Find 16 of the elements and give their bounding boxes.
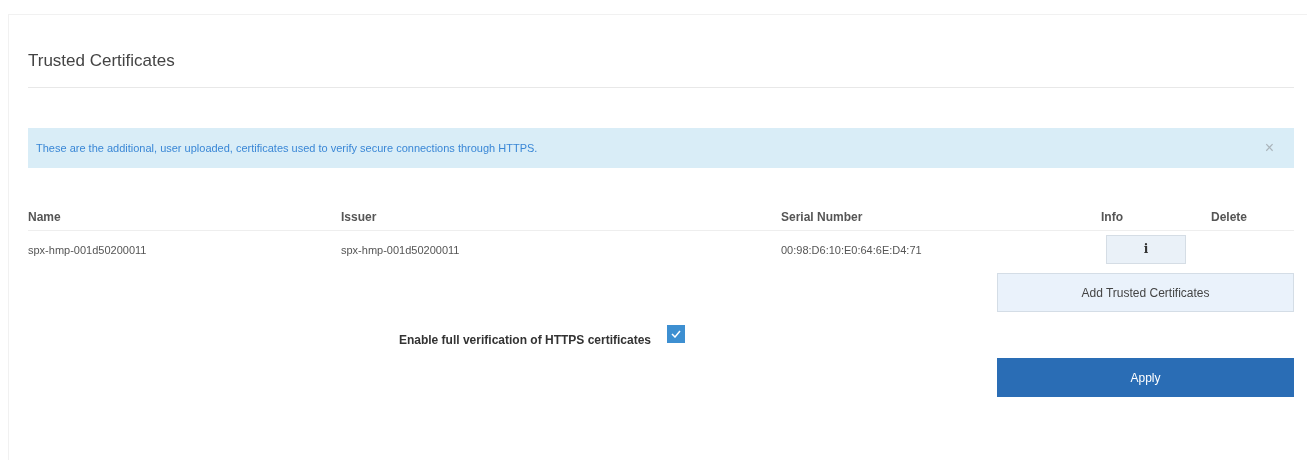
checkmark-icon	[671, 330, 681, 338]
table-cell: spx-hmp-001d50200011	[28, 244, 147, 256]
apply-button[interactable]: Apply	[997, 358, 1294, 397]
column-header: Delete	[1211, 209, 1248, 224]
info-button[interactable]: i	[1106, 234, 1186, 264]
section-title: Trusted Certificates	[28, 50, 176, 72]
alert-text: These are the additional, user uploaded, certificates used to verify secure connections through HTTPS.	[36, 140, 538, 156]
table-cell: spx-hmp-001d50200011	[341, 244, 460, 256]
table-cell: 00:98:D6:10:E0:64:6E:D4:71	[781, 244, 922, 256]
column-header: Info	[1101, 209, 1123, 224]
column-header: Issuer	[341, 209, 377, 224]
verification-checkbox[interactable]	[667, 325, 685, 343]
add-certificates-button[interactable]: Add Trusted Certificates	[997, 273, 1294, 312]
checkbox-label: Enable full verification of HTTPS certificates	[398, 332, 651, 349]
column-header: Serial Number	[781, 209, 863, 224]
column-header: Name	[28, 209, 61, 224]
